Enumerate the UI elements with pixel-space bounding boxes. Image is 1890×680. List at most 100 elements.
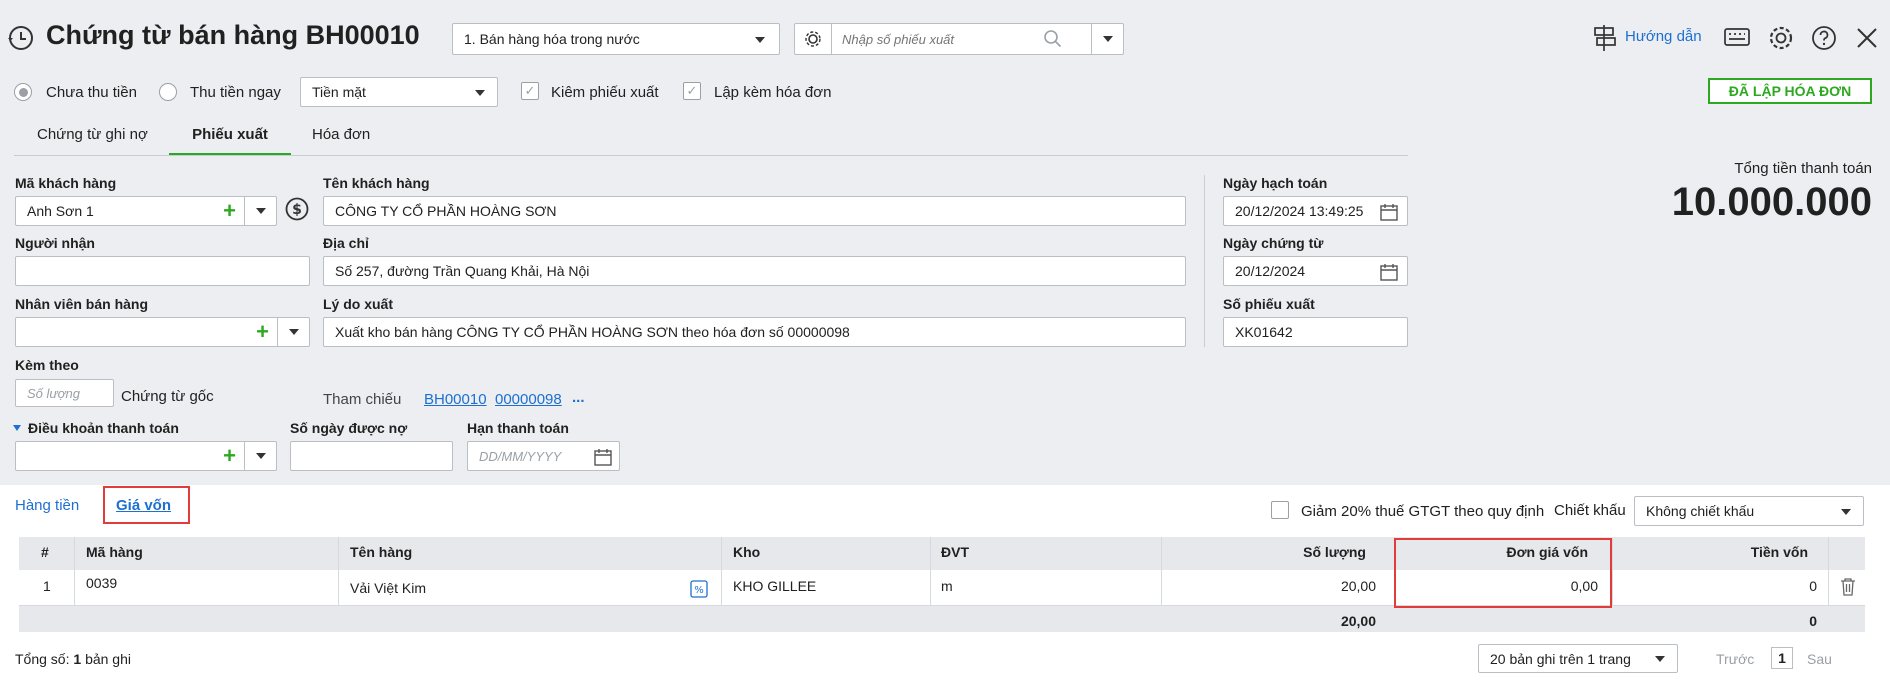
gear-icon[interactable] (795, 24, 831, 54)
add-icon[interactable]: + (223, 200, 236, 222)
tab-debit-voucher[interactable]: Chứng từ ghi nợ (37, 126, 148, 156)
check-invoice-label: Lập kèm hóa đơn (714, 84, 832, 101)
posting-date-value: 20/12/2024 13:49:25 (1235, 203, 1364, 219)
check-invoice[interactable]: ✓ (683, 82, 701, 100)
add-icon[interactable]: + (256, 321, 269, 343)
collapse-caret-icon[interactable] (13, 425, 21, 431)
posting-date-label: Ngày hạch toán (1223, 175, 1328, 191)
page-title: Chứng từ bán hàng BH00010 (46, 20, 420, 50)
history-icon[interactable] (6, 24, 34, 52)
cell-warehouse[interactable]: KHO GILLEE (733, 578, 816, 594)
subtab-cost[interactable]: Giá vốn (116, 497, 171, 514)
calendar-icon[interactable] (1379, 202, 1399, 222)
payment-terms-label[interactable]: Điều khoản thanh toán (28, 420, 179, 436)
attach-quantity-input[interactable]: Số lượng (15, 379, 114, 407)
radio-unpaid-label: Chưa thu tiền (46, 84, 137, 101)
chevron-down-icon (1655, 656, 1665, 662)
next-page-button[interactable]: Sau (1807, 651, 1832, 667)
discount-label: Chiết khấu (1554, 502, 1626, 519)
keyboard-icon[interactable] (1723, 26, 1751, 50)
col-header-cost: Tiền vốn (1750, 544, 1808, 560)
payment-terms-field[interactable]: + (15, 441, 277, 471)
voucher-date-value: 20/12/2024 (1235, 263, 1306, 279)
attach-suffix: Chứng từ gốc (121, 388, 214, 405)
customer-name-input[interactable]: CÔNG TY CỔ PHẦN HOÀNG SƠN (323, 196, 1186, 226)
cell-cost[interactable]: 0 (1612, 578, 1817, 594)
due-date-placeholder: DD/MM/YYYY (479, 448, 562, 464)
chevron-down-icon (1841, 509, 1851, 515)
salesperson-dropdown[interactable] (277, 318, 309, 346)
invoiced-badge: ĐÃ LẬP HÓA ĐƠN (1708, 78, 1872, 104)
cell-name[interactable]: Vải Việt Kim (350, 580, 426, 596)
receiver-input[interactable] (15, 256, 310, 286)
chevron-down-icon (255, 453, 266, 459)
address-input[interactable]: Số 257, đường Trần Quang Khải, Hà Nội (323, 256, 1186, 286)
search-box[interactable] (794, 23, 1124, 55)
reference-link-invoice[interactable]: 00000098 (495, 391, 562, 408)
voucher-type-select[interactable]: 1. Bán hàng hóa trong nước (452, 23, 780, 55)
trash-icon[interactable] (1839, 577, 1857, 597)
chevron-down-icon (1102, 36, 1113, 42)
reason-input[interactable]: Xuất kho bán hàng CÔNG TY CỔ PHẦN HOÀNG … (323, 317, 1186, 347)
customer-code-dropdown[interactable] (244, 197, 276, 225)
payment-method-select[interactable]: Tiền mặt (300, 77, 498, 107)
svg-text:%: % (694, 585, 704, 596)
currency-icon[interactable]: $ (284, 196, 310, 222)
record-count-value: 1 (73, 651, 82, 667)
record-count: Tổng số: 1 bản ghi (15, 651, 131, 667)
due-date-input[interactable]: DD/MM/YYYY (467, 441, 620, 471)
signpost-icon[interactable] (1592, 24, 1618, 52)
customer-code-field[interactable]: Anh Sơn 1 + (15, 196, 277, 226)
export-no-input[interactable]: XK01642 (1223, 317, 1408, 347)
page-size-select[interactable]: 20 bản ghi trên 1 trang (1478, 644, 1678, 673)
check-export[interactable]: ✓ (521, 82, 539, 100)
vat-reduction-checkbox[interactable] (1271, 501, 1289, 519)
close-icon[interactable] (1856, 27, 1878, 49)
col-header-warehouse: Kho (733, 544, 761, 560)
settings-gear-icon[interactable] (1766, 23, 1796, 53)
cell-num: 1 (43, 578, 51, 594)
voucher-type-value: 1. Bán hàng hóa trong nước (464, 31, 640, 47)
radio-paid[interactable] (159, 83, 177, 101)
voucher-date-input[interactable]: 20/12/2024 (1223, 256, 1408, 286)
calendar-icon[interactable] (593, 447, 613, 467)
help-link[interactable]: Hướng dẫn (1625, 28, 1702, 45)
table-totals-row (19, 606, 1865, 632)
tab-invoice[interactable]: Hóa đơn (312, 126, 370, 156)
search-icon[interactable] (1042, 28, 1064, 50)
col-header-num: # (41, 544, 49, 560)
chevron-down-icon (475, 90, 485, 96)
help-icon[interactable] (1810, 24, 1838, 52)
calendar-icon[interactable] (1379, 262, 1399, 282)
salesperson-field[interactable]: + (15, 317, 310, 347)
svg-text:$: $ (292, 202, 302, 218)
discount-value: Không chiết khấu (1646, 503, 1755, 519)
tab-export-slip[interactable]: Phiếu xuất (169, 126, 291, 156)
record-count-prefix: Tổng số: (15, 651, 70, 667)
cell-qty[interactable]: 20,00 (1173, 578, 1376, 594)
current-page[interactable]: 1 (1771, 647, 1793, 669)
subtab-money[interactable]: Hàng tiền (15, 497, 79, 514)
reference-link-voucher[interactable]: BH00010 (424, 391, 487, 408)
receiver-label: Người nhận (15, 235, 95, 251)
credit-days-input[interactable] (290, 441, 453, 471)
radio-unpaid[interactable] (14, 83, 32, 101)
add-icon[interactable]: + (223, 445, 236, 467)
cell-unit[interactable]: m (941, 578, 953, 594)
search-dropdown-button[interactable] (1091, 24, 1123, 54)
payment-terms-dropdown[interactable] (244, 442, 276, 470)
posting-date-input[interactable]: 20/12/2024 13:49:25 (1223, 196, 1408, 226)
search-input[interactable] (832, 25, 1042, 53)
prev-page-button[interactable]: Trước (1716, 651, 1754, 667)
reference-more-link[interactable]: ... (572, 389, 585, 406)
chevron-down-icon (755, 37, 765, 43)
due-date-label: Hạn thanh toán (467, 420, 569, 436)
salesperson-label: Nhân viên bán hàng (15, 296, 149, 312)
total-label: Tổng tiền thanh toán (1734, 160, 1872, 177)
cell-code[interactable]: 0039 (86, 575, 117, 591)
tab-divider (14, 155, 1408, 156)
discount-select[interactable]: Không chiết khấu (1634, 496, 1864, 526)
promotion-icon[interactable]: % (690, 580, 708, 598)
credit-days-label: Số ngày được nợ (290, 420, 408, 436)
col-header-code: Mã hàng (86, 544, 143, 560)
